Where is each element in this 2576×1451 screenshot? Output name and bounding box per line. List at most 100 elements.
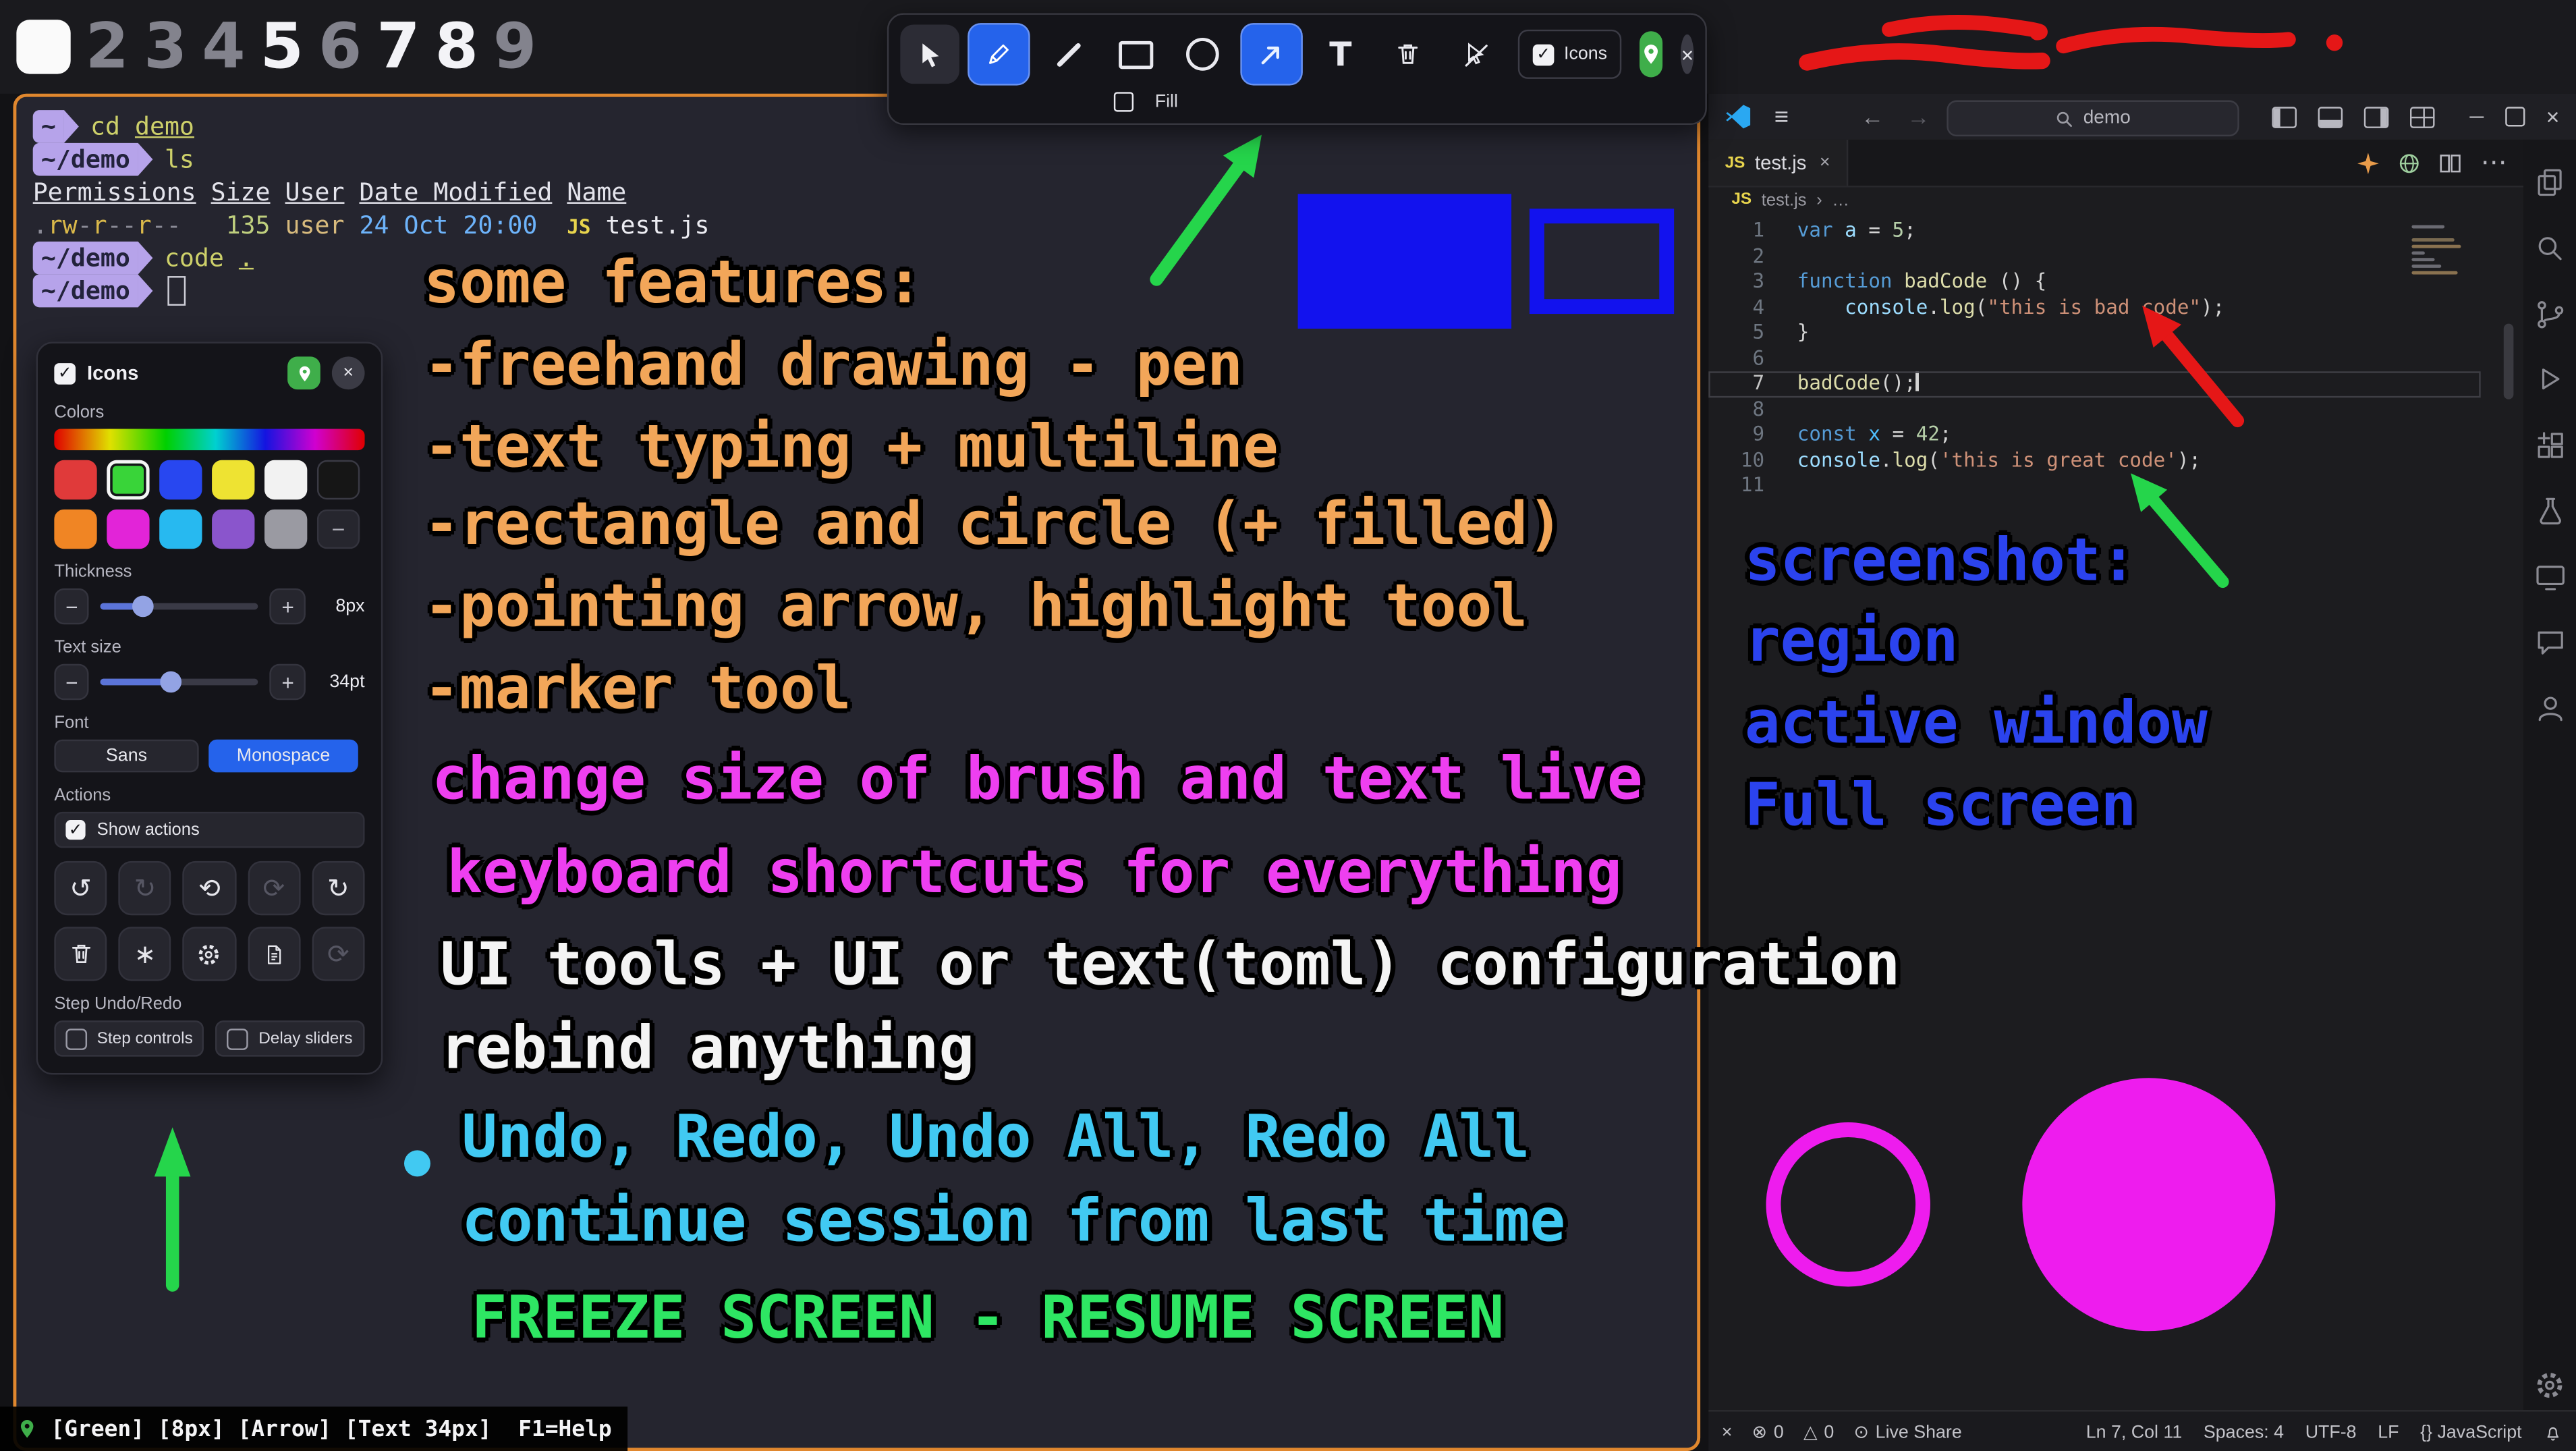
pin-button[interactable] (287, 356, 320, 389)
hide-pointer-tool-button[interactable] (1446, 25, 1505, 84)
rectangle-tool-button[interactable] (1106, 25, 1165, 84)
editor-scrollbar[interactable] (2504, 324, 2514, 400)
remove-color-button[interactable]: − (317, 510, 360, 549)
globe-icon[interactable] (2399, 152, 2420, 173)
repeat-button[interactable]: ↻ (312, 861, 364, 915)
run-debug-icon[interactable] (2530, 360, 2569, 399)
undo-all-button[interactable]: ⟲ (183, 861, 235, 915)
workspace-2[interactable]: 2 (86, 10, 129, 82)
ellipse-tool-button[interactable] (1173, 25, 1233, 84)
text-tool-button[interactable]: T (1311, 25, 1370, 84)
tab-close-icon[interactable]: × (1820, 153, 1830, 172)
color-swatch-yellow[interactable] (212, 460, 254, 499)
color-swatch-green-selected[interactable] (107, 460, 149, 499)
freeze-screen-button[interactable]: ∗ (119, 927, 171, 981)
color-swatch-black[interactable] (317, 460, 360, 499)
workspace-9[interactable]: 9 (493, 10, 536, 82)
delete-all-button[interactable] (54, 927, 107, 981)
status-encoding[interactable]: UTF-8 (2305, 1422, 2357, 1442)
thickness-decrease-button[interactable]: − (54, 588, 89, 625)
toggle-panel-icon[interactable] (2318, 106, 2343, 128)
workspace-6[interactable]: 6 (318, 10, 362, 82)
color-swatch-purple[interactable] (212, 510, 254, 549)
settings-gear-icon[interactable] (2523, 1369, 2576, 1402)
color-swatch-orange[interactable] (54, 510, 96, 549)
explorer-icon[interactable] (2530, 163, 2569, 202)
window-minimize-icon[interactable]: ─ (2469, 105, 2484, 128)
text-size-decrease-button[interactable]: − (54, 664, 89, 701)
delete-tool-button[interactable] (1378, 25, 1438, 84)
font-sans-button[interactable]: Sans (54, 740, 198, 773)
bell-icon[interactable] (2543, 1422, 2563, 1442)
thickness-knob[interactable] (133, 596, 155, 618)
accounts-icon[interactable] (2530, 688, 2569, 728)
color-gradient-picker[interactable] (54, 429, 364, 451)
log-button[interactable] (248, 927, 300, 981)
checkbox-checked-icon[interactable]: ✓ (54, 362, 76, 384)
arrow-tool-button[interactable] (1240, 23, 1303, 86)
breadcrumb-file[interactable]: test.js (1762, 190, 1807, 209)
color-swatch-cyan[interactable] (159, 510, 202, 549)
status-line-col[interactable]: Ln 7, Col 11 (2086, 1422, 2182, 1442)
breadcrumb-more[interactable]: … (1832, 190, 1849, 209)
icons-toggle-button[interactable]: ✓ Icons (1518, 30, 1622, 79)
thickness-track[interactable] (101, 603, 259, 610)
live-share-button[interactable]: ⊙ Live Share (1853, 1421, 1961, 1443)
code-editor[interactable]: 1var a = 5; 2 3function badCode () { 4 c… (1708, 219, 2523, 499)
line-tool-button[interactable] (1038, 25, 1098, 84)
more-actions-icon[interactable]: ⋯ (2481, 146, 2507, 180)
breadcrumb[interactable]: JS test.js › … (1708, 186, 2546, 213)
text-size-knob[interactable] (160, 672, 181, 693)
color-swatch-gray[interactable] (264, 510, 307, 549)
thickness-increase-button[interactable]: + (271, 588, 306, 625)
step-controls-toggle[interactable]: Step controls (54, 1020, 204, 1057)
settings-button[interactable] (183, 927, 235, 981)
menu-hamburger-icon[interactable]: ≡ (1774, 103, 1789, 130)
copilot-sparkle-icon[interactable] (2357, 152, 2379, 173)
toolbar-close-button[interactable]: × (1681, 34, 1694, 74)
panel-close-button[interactable]: × (332, 356, 365, 389)
pin-button[interactable] (1640, 31, 1663, 77)
window-maximize-icon[interactable] (2505, 107, 2525, 126)
redo-button[interactable]: ↻ (119, 861, 171, 915)
screencast-close-icon[interactable]: × (1722, 1422, 1733, 1442)
workspace-3[interactable]: 3 (144, 10, 187, 82)
font-monospace-button[interactable]: Monospace (208, 740, 358, 773)
tab-testjs[interactable]: JS test.js × (1708, 140, 1848, 186)
workspace-7[interactable]: 7 (376, 10, 420, 82)
status-language[interactable]: {} JavaScript (2420, 1422, 2521, 1442)
select-tool-button[interactable] (900, 25, 959, 84)
redo-all-button[interactable]: ⟳ (248, 861, 300, 915)
toggle-secondary-sidebar-icon[interactable] (2365, 106, 2390, 128)
workspace-5[interactable]: 5 (260, 10, 304, 82)
text-size-track[interactable] (101, 679, 259, 686)
workspace-1-indicator[interactable] (16, 19, 70, 73)
workspace-4[interactable]: 4 (202, 10, 245, 82)
color-swatch-magenta[interactable] (107, 510, 149, 549)
chat-icon[interactable] (2530, 623, 2569, 662)
color-swatch-red[interactable] (54, 460, 96, 499)
delay-sliders-toggle[interactable]: Delay sliders (216, 1020, 364, 1057)
nav-back-icon[interactable]: ← (1861, 103, 1884, 130)
remote-explorer-icon[interactable] (2530, 557, 2569, 596)
extensions-icon[interactable] (2530, 426, 2569, 465)
color-swatch-blue[interactable] (159, 460, 202, 499)
workspace-8[interactable]: 8 (435, 10, 478, 82)
split-editor-icon[interactable] (2440, 152, 2461, 173)
nav-forward-icon[interactable]: → (1907, 103, 1930, 130)
source-control-icon[interactable] (2530, 294, 2569, 333)
errors-indicator[interactable]: ⊗ 0 (1752, 1421, 1784, 1443)
search-icon[interactable] (2530, 228, 2569, 267)
undo-button[interactable]: ↺ (54, 861, 107, 915)
testing-icon[interactable] (2530, 491, 2569, 530)
toggle-sidebar-icon[interactable] (2272, 106, 2297, 128)
status-spaces[interactable]: Spaces: 4 (2204, 1422, 2284, 1442)
fill-indicator[interactable]: Fill (1114, 92, 1178, 111)
search-input[interactable]: demo (1947, 101, 2239, 137)
text-size-increase-button[interactable]: + (271, 664, 306, 701)
status-eol[interactable]: LF (2378, 1422, 2399, 1442)
pen-tool-button[interactable] (968, 23, 1030, 86)
color-swatch-white[interactable] (264, 460, 307, 499)
show-actions-toggle[interactable]: ✓ Show actions (54, 812, 364, 848)
customize-layout-icon[interactable] (2411, 106, 2436, 128)
